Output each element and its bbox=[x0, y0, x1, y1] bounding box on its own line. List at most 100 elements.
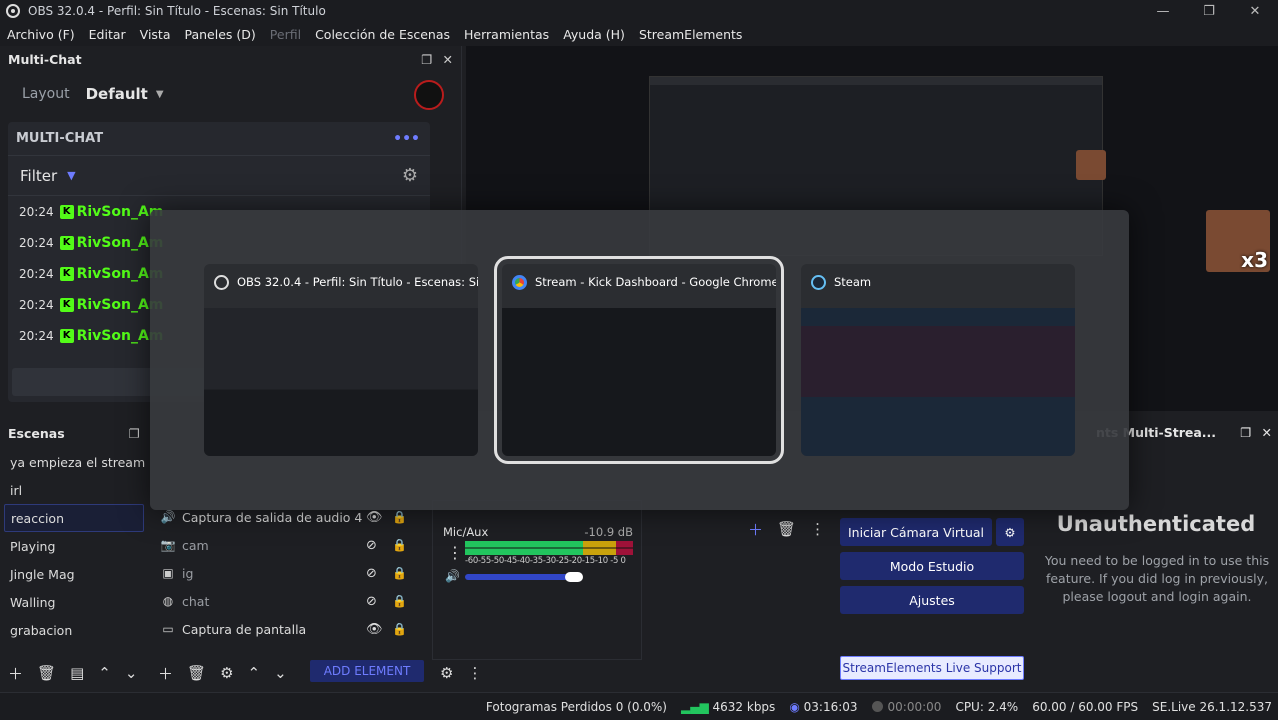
live-support-button[interactable]: StreamElements Live Support bbox=[840, 656, 1024, 680]
window-title: Steam bbox=[834, 275, 872, 289]
menu-paneles[interactable]: Paneles (D) bbox=[178, 27, 263, 42]
scene-item[interactable]: irl bbox=[0, 476, 148, 504]
speaker-icon: 🔊 bbox=[160, 510, 176, 524]
menu-coleccion-escenas[interactable]: Colección de Escenas bbox=[308, 27, 457, 42]
trash-icon[interactable]: 🗑 bbox=[37, 664, 56, 682]
lock-icon[interactable]: 🔒 bbox=[392, 510, 407, 524]
layout-selector[interactable]: Layout Default ▼ bbox=[0, 72, 461, 116]
more-options-icon[interactable]: ⋮ bbox=[810, 520, 825, 538]
more-options-icon[interactable]: ⋮ bbox=[467, 664, 482, 682]
maximize-button[interactable]: ❐ bbox=[1186, 0, 1232, 22]
virtual-camera-button[interactable]: Iniciar Cámara Virtual bbox=[840, 518, 992, 546]
menu-herramientas[interactable]: Herramientas bbox=[457, 27, 556, 42]
kick-icon: K bbox=[59, 297, 74, 312]
minimize-button[interactable]: — bbox=[1140, 0, 1186, 22]
lock-icon[interactable]: 🔒 bbox=[392, 538, 407, 552]
dock-title: Multi-Chat bbox=[8, 51, 82, 67]
source-label: cam bbox=[182, 537, 209, 553]
menu-perfil: Perfil bbox=[269, 26, 302, 42]
undock-icon[interactable]: ❐ bbox=[129, 426, 140, 441]
close-button[interactable]: ✕ bbox=[1232, 0, 1278, 22]
transitions-toolbar: ＋ 🗑 ⋮ bbox=[748, 516, 825, 542]
arrow-down-icon[interactable]: ⌄ bbox=[125, 664, 138, 682]
close-icon[interactable]: ✕ bbox=[443, 52, 453, 67]
eye-hidden-icon[interactable]: ⊘ bbox=[366, 594, 377, 609]
filter-label[interactable]: Filter bbox=[20, 167, 57, 185]
eye-hidden-icon[interactable]: ⊘ bbox=[366, 566, 377, 581]
menu-editar[interactable]: Editar bbox=[82, 27, 133, 42]
scene-item[interactable]: ya empieza el stream bbox=[0, 448, 148, 476]
menu-ayuda[interactable]: Ayuda (H) bbox=[556, 27, 632, 42]
eye-icon[interactable]: 👁 bbox=[366, 622, 383, 637]
add-icon[interactable]: ＋ bbox=[158, 663, 173, 684]
chevron-down-icon[interactable]: ▼ bbox=[67, 169, 75, 182]
eye-icon[interactable]: 👁 bbox=[366, 510, 383, 525]
studio-mode-button[interactable]: Modo Estudio bbox=[840, 552, 1024, 580]
scene-item[interactable]: Walling bbox=[0, 588, 148, 616]
obs-icon bbox=[214, 274, 229, 290]
scene-item-active[interactable]: reaccion bbox=[4, 504, 144, 532]
advanced-audio-icon[interactable]: ⚙ bbox=[440, 664, 453, 682]
menu-archivo[interactable]: Archivo (F) bbox=[0, 27, 82, 42]
layout-value: Default bbox=[85, 85, 148, 103]
add-icon[interactable]: ＋ bbox=[748, 519, 763, 540]
arrow-up-icon[interactable]: ⌃ bbox=[98, 664, 111, 682]
scene-item[interactable]: Playing bbox=[0, 532, 148, 560]
source-item[interactable]: ▭ Captura de pantalla 👁 🔒 bbox=[150, 615, 430, 643]
close-icon[interactable]: ✕ bbox=[1262, 425, 1272, 440]
mixer-toolbar: ⚙ ⋮ bbox=[440, 660, 482, 686]
trash-icon[interactable]: 🗑 bbox=[777, 520, 796, 538]
undock-icon[interactable]: ❐ bbox=[1240, 425, 1251, 440]
meter-scale: -60-55-50-45-40-35-30-25-20-15-10 -5 0 bbox=[465, 556, 626, 566]
volume-slider[interactable] bbox=[465, 574, 574, 580]
window-title: OBS 32.0.4 - Perfil: Sin Título - Escena… bbox=[237, 275, 478, 289]
more-options-icon[interactable]: ••• bbox=[393, 131, 420, 147]
filter-icon[interactable]: ▤ bbox=[70, 664, 84, 682]
signal-icon: ▂▄▆ bbox=[681, 699, 709, 714]
switcher-window-selected[interactable]: Stream - Kick Dashboard - Google Chrome bbox=[494, 256, 784, 464]
kick-icon: K bbox=[59, 204, 74, 219]
trash-icon[interactable]: 🗑 bbox=[187, 664, 206, 682]
scene-item[interactable]: Jingle Mag bbox=[0, 560, 148, 588]
camera-icon: 📷 bbox=[160, 538, 176, 552]
scene-item[interactable]: grabacion bbox=[0, 616, 148, 644]
filter-bar: Filter ▼ ⚙ bbox=[8, 156, 430, 196]
eye-hidden-icon[interactable]: ⊘ bbox=[366, 538, 377, 553]
bitrate: 4632 kbps bbox=[712, 699, 776, 714]
cpu-usage: CPU: 2.4% bbox=[955, 699, 1019, 714]
window-title: OBS 32.0.4 - Perfil: Sin Título - Escena… bbox=[28, 4, 326, 18]
source-item[interactable]: ▣ ig ⊘ 🔒 bbox=[150, 559, 430, 587]
speaker-icon[interactable]: 🔊 bbox=[445, 569, 460, 583]
window-thumbnail bbox=[204, 308, 478, 456]
source-item[interactable]: ◍ chat ⊘ 🔒 bbox=[150, 587, 430, 615]
arrow-up-icon[interactable]: ⌃ bbox=[248, 664, 261, 682]
gear-icon[interactable]: ⚙ bbox=[402, 165, 418, 186]
lock-icon[interactable]: 🔒 bbox=[392, 566, 407, 580]
scenes-toolbar: ＋ 🗑 ▤ ⌃ ⌄ bbox=[8, 660, 137, 686]
undock-icon[interactable]: ❐ bbox=[421, 52, 432, 67]
menu-streamelements[interactable]: StreamElements bbox=[632, 27, 750, 42]
mixer-menu-icon[interactable]: ⋮ bbox=[447, 543, 463, 562]
sources-toolbar: ＋ 🗑 ⚙ ⌃ ⌄ bbox=[158, 660, 287, 686]
switcher-window[interactable]: OBS 32.0.4 - Perfil: Sin Título - Escena… bbox=[204, 264, 478, 456]
add-element-button[interactable]: ADD ELEMENT bbox=[310, 660, 424, 682]
gear-icon[interactable]: ⚙ bbox=[220, 664, 233, 682]
arrow-down-icon[interactable]: ⌄ bbox=[274, 664, 287, 682]
add-icon[interactable]: ＋ bbox=[8, 663, 23, 684]
dropped-frames: Fotogramas Perdidos 0 (0.0%) bbox=[485, 699, 667, 714]
emote-image bbox=[1076, 150, 1106, 180]
version: SE.Live 26.1.12.537 bbox=[1152, 699, 1272, 714]
fps: 60.00 / 60.00 FPS bbox=[1032, 699, 1139, 714]
stream-time: 03:16:03 bbox=[803, 699, 858, 714]
kick-icon: K bbox=[59, 235, 74, 250]
settings-button[interactable]: Ajustes bbox=[840, 586, 1024, 614]
source-item[interactable]: 📷 cam ⊘ 🔒 bbox=[150, 531, 430, 559]
gear-icon[interactable]: ⚙ bbox=[996, 518, 1024, 546]
volume-slider-handle[interactable] bbox=[564, 572, 583, 582]
lock-icon[interactable]: 🔒 bbox=[392, 594, 407, 608]
scenes-title: Escenas bbox=[8, 425, 65, 441]
switcher-window[interactable]: Steam bbox=[801, 264, 1075, 456]
mixer-level: -10.9 dB bbox=[584, 525, 633, 539]
menu-vista[interactable]: Vista bbox=[133, 27, 178, 42]
lock-icon[interactable]: 🔒 bbox=[392, 622, 407, 636]
